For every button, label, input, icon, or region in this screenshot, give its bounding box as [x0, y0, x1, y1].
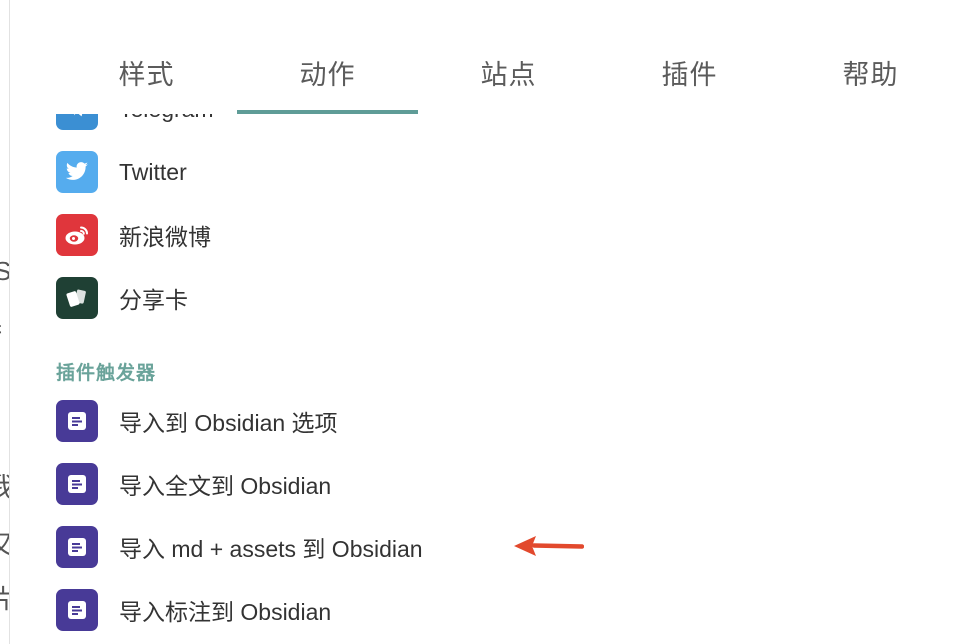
list-item-label: 导入到 Obsidian 选项: [119, 410, 338, 436]
tab-label: 帮助: [842, 60, 899, 90]
list-item-weibo[interactable]: 新浪微博: [56, 214, 211, 256]
twitter-icon: [56, 151, 98, 193]
tab-style[interactable]: 样式: [56, 0, 237, 114]
weibo-icon: [56, 214, 98, 256]
tab-underline: [56, 110, 237, 114]
obsidian-note-icon: [56, 463, 98, 505]
tab-bar: 样式 动作 站点 插件 帮助: [56, 0, 972, 114]
obsidian-note-icon: [56, 400, 98, 442]
tab-underline: [418, 110, 599, 114]
list-item-label: 新浪微博: [119, 224, 211, 250]
tab-label: 站点: [480, 60, 537, 90]
tab-label: 样式: [118, 60, 175, 90]
tab-label: 动作: [299, 60, 356, 90]
list-item-twitter[interactable]: Twitter: [56, 151, 187, 193]
red-arrow-icon: [514, 536, 584, 556]
background-glyph: 我: [0, 474, 9, 500]
list-item-label: 导入全文到 Obsidian: [119, 473, 332, 499]
list-item-import-annotations[interactable]: 导入标注到 Obsidian: [56, 589, 331, 631]
list-item-label: 导入 md + assets 到 Obsidian: [119, 536, 423, 562]
list-item-label: 导入标注到 Obsidian: [119, 599, 332, 625]
obsidian-note-icon: [56, 526, 98, 568]
list-item-import-full-text[interactable]: 导入全文到 Obsidian: [56, 463, 331, 505]
tab-label: 插件: [661, 60, 718, 90]
tab-underline: [780, 110, 961, 114]
background-glyph: 扌: [0, 320, 9, 346]
tab-underline: [599, 110, 780, 114]
background-glyph: S: [0, 258, 9, 284]
app-page: S 扌 我 又 片 Telegram Twitter: [0, 0, 972, 644]
card-icon: [56, 277, 98, 319]
list-item-share-card[interactable]: 分享卡: [56, 277, 188, 319]
tab-actions[interactable]: 动作: [237, 0, 418, 114]
list-item-label: Twitter: [119, 158, 187, 185]
list-item-import-md-assets[interactable]: 导入 md + assets 到 Obsidian: [56, 526, 423, 568]
plugin-triggers-heading: 插件触发器: [56, 363, 157, 384]
background-glyph: 片: [0, 586, 9, 612]
list-item-import-options[interactable]: 导入到 Obsidian 选项: [56, 400, 338, 442]
tab-help[interactable]: 帮助: [780, 0, 961, 114]
background-glyph: 又: [0, 532, 9, 558]
background-page-fragment: S 扌 我 又 片: [0, 0, 10, 644]
list-item-label: 分享卡: [119, 287, 188, 313]
obsidian-note-icon: [56, 589, 98, 631]
tab-active-indicator: [237, 110, 418, 114]
tab-plugins[interactable]: 插件: [599, 0, 780, 114]
tab-sites[interactable]: 站点: [418, 0, 599, 114]
